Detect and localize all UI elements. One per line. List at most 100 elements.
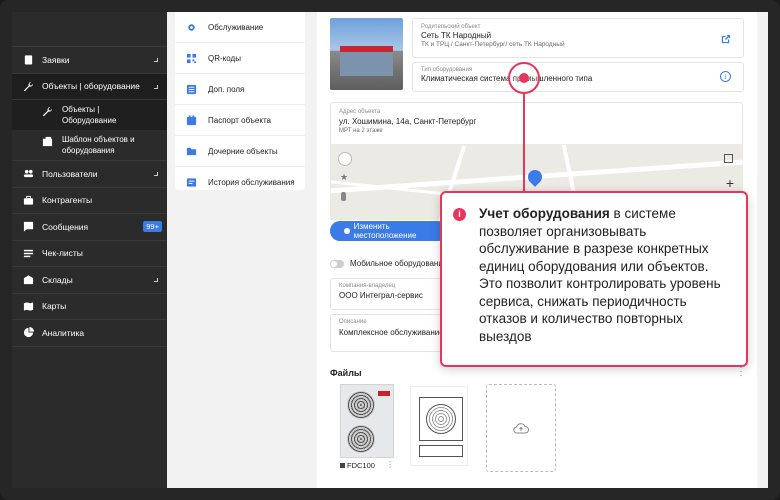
- settings-icon: [186, 22, 197, 33]
- mobile-equipment-toggle[interactable]: [330, 260, 344, 268]
- file-name: FDC100: [340, 461, 375, 470]
- sidebar-item-label: Пользователи: [42, 168, 98, 179]
- folder-icon: [186, 146, 197, 157]
- warehouse-icon: [22, 274, 34, 286]
- chevron-down-icon: [154, 84, 158, 89]
- sidebar-item-label: Контрагенты: [42, 195, 93, 206]
- zoom-in-icon[interactable]: +: [726, 176, 734, 190]
- change-location-label: Изменить местоположение: [353, 222, 417, 240]
- file-thumbnail[interactable]: [408, 384, 470, 472]
- sidebar-item-objects[interactable]: Объекты | оборудование: [12, 73, 167, 100]
- object-photo[interactable]: [330, 18, 403, 90]
- sidebar: Заявки Объекты | оборудование Объекты | …: [12, 12, 167, 488]
- zoom-control-icon[interactable]: [338, 152, 352, 166]
- object-menu-label: Дочерние объекты: [208, 146, 278, 156]
- sidebar-item-maps[interactable]: Карты: [12, 294, 167, 320]
- object-menu-extra-fields[interactable]: Доп. поля: [175, 74, 305, 105]
- file-more-icon[interactable]: ⋮: [386, 460, 394, 469]
- wrench-icon: [22, 80, 34, 92]
- passport-icon: [186, 114, 197, 126]
- info-icon[interactable]: i: [720, 71, 731, 82]
- sidebar-item-label: Чек-листы: [42, 248, 83, 259]
- tooltip-text: в системе позволяет организовывать обслу…: [479, 206, 721, 344]
- sidebar-subitem-label: Шаблон объектов и оборудования: [62, 135, 135, 155]
- parent-object-field[interactable]: Родительский объект Сеть ТК Народный ТК …: [412, 18, 744, 58]
- person-icon[interactable]: [341, 192, 346, 201]
- object-menu-history[interactable]: История обслуживания: [175, 167, 305, 198]
- location-pin-icon: [344, 228, 350, 234]
- checklist-icon: [22, 247, 34, 259]
- upload-dropzone[interactable]: [486, 384, 556, 472]
- change-location-button[interactable]: Изменить местоположение: [330, 221, 448, 241]
- building-image: [340, 46, 393, 76]
- sidebar-subitem-objects-equipment[interactable]: Объекты | Оборудование: [12, 100, 167, 130]
- fan-grille: [347, 425, 375, 453]
- file-thumbnail[interactable]: FDC100 ⋮: [338, 384, 396, 472]
- clipboard-icon: [22, 54, 34, 66]
- app-window: Заявки Объекты | оборудование Объекты | …: [0, 0, 780, 500]
- object-menu-qr-codes[interactable]: QR-коды: [175, 43, 305, 74]
- tooltip-title: Учет оборудования: [479, 206, 610, 221]
- sidebar-item-warehouses[interactable]: Склады: [12, 267, 167, 294]
- file-name-label: FDC100: [347, 461, 375, 470]
- sidebar-header: [12, 12, 167, 47]
- more-icon[interactable]: · · ·: [739, 363, 743, 381]
- object-menu: Обслуживание QR-коды Доп. поля Паспорт о…: [175, 12, 305, 190]
- field-path: ТК и ТРЦ / Санкт-Петербург/ сеть ТК Наро…: [421, 41, 565, 48]
- field-value: Климатическая система промышленного типа: [421, 74, 593, 83]
- pie-chart-icon: [22, 327, 34, 339]
- fullscreen-icon[interactable]: [724, 154, 733, 163]
- object-menu-label: Паспорт объекта: [208, 115, 271, 125]
- chevron-down-icon: [154, 278, 158, 282]
- highlight-connector: [523, 94, 525, 191]
- sidebar-item-checklists[interactable]: Чек-листы: [12, 241, 167, 267]
- field-value: Сеть ТК Народный: [421, 31, 492, 40]
- chevron-down-icon: [154, 58, 158, 62]
- map-pin-icon[interactable]: [525, 167, 545, 187]
- object-menu-label: Доп. поля: [208, 84, 245, 94]
- fields-icon: [186, 84, 197, 95]
- info-icon: i: [453, 208, 466, 221]
- sidebar-item-label: Аналитика: [42, 327, 85, 338]
- field-note: МРТ на 2 этаже: [339, 128, 383, 134]
- cloud-upload-icon: [513, 423, 529, 434]
- mobile-equipment-label: Мобильное оборудование: [350, 259, 448, 268]
- object-menu-child-objects[interactable]: Дочерние объекты: [175, 136, 305, 167]
- lock-icon: [340, 463, 345, 468]
- field-label: Родительский объект: [421, 24, 481, 30]
- field-value: ул. Хошимина, 14а, Санкт-Петербург: [339, 117, 477, 126]
- drawing-fan: [426, 404, 456, 434]
- field-label: Адрес объекта: [339, 109, 381, 115]
- users-icon: [22, 168, 34, 180]
- sidebar-item-contractors[interactable]: Контрагенты: [12, 188, 167, 214]
- map-icon: [22, 300, 34, 312]
- object-menu-label: Обслуживание: [208, 22, 264, 32]
- brand-plate: [378, 391, 390, 396]
- sidebar-item-requests[interactable]: Заявки: [12, 47, 167, 74]
- external-link-icon[interactable]: [720, 32, 731, 50]
- sidebar-item-label: Карты: [42, 301, 67, 312]
- chevron-down-icon: [154, 172, 158, 176]
- fan-grille: [347, 391, 375, 419]
- drawing-image: [410, 386, 468, 466]
- outdoor-unit-image: [340, 384, 394, 458]
- wrench-icon: [42, 106, 53, 117]
- object-menu-maintenance[interactable]: Обслуживание: [175, 12, 305, 43]
- sidebar-item-analytics[interactable]: Аналитика: [12, 320, 167, 347]
- sidebar-subitem-templates[interactable]: Шаблон объектов и оборудования: [12, 130, 167, 161]
- sidebar-subitem-label: Объекты | Оборудование: [62, 105, 117, 125]
- chat-icon: [22, 221, 34, 233]
- object-menu-passport[interactable]: Паспорт объекта: [175, 105, 305, 136]
- sidebar-item-users[interactable]: Пользователи: [12, 161, 167, 188]
- drawing-outline: [419, 397, 463, 441]
- object-menu-label: QR-коды: [208, 53, 241, 63]
- sidebar-item-label: Склады: [42, 274, 73, 285]
- history-icon: [186, 177, 197, 188]
- star-icon[interactable]: ★: [340, 172, 348, 183]
- qr-icon: [186, 53, 197, 64]
- template-icon: [42, 136, 53, 147]
- sidebar-item-messages[interactable]: Сообщения 99+: [12, 214, 167, 241]
- sidebar-item-label: Объекты | оборудование: [42, 81, 140, 92]
- object-type-field[interactable]: Тип оборудования Климатическая система п…: [412, 62, 744, 92]
- sidebar-item-label: Сообщения: [42, 221, 89, 232]
